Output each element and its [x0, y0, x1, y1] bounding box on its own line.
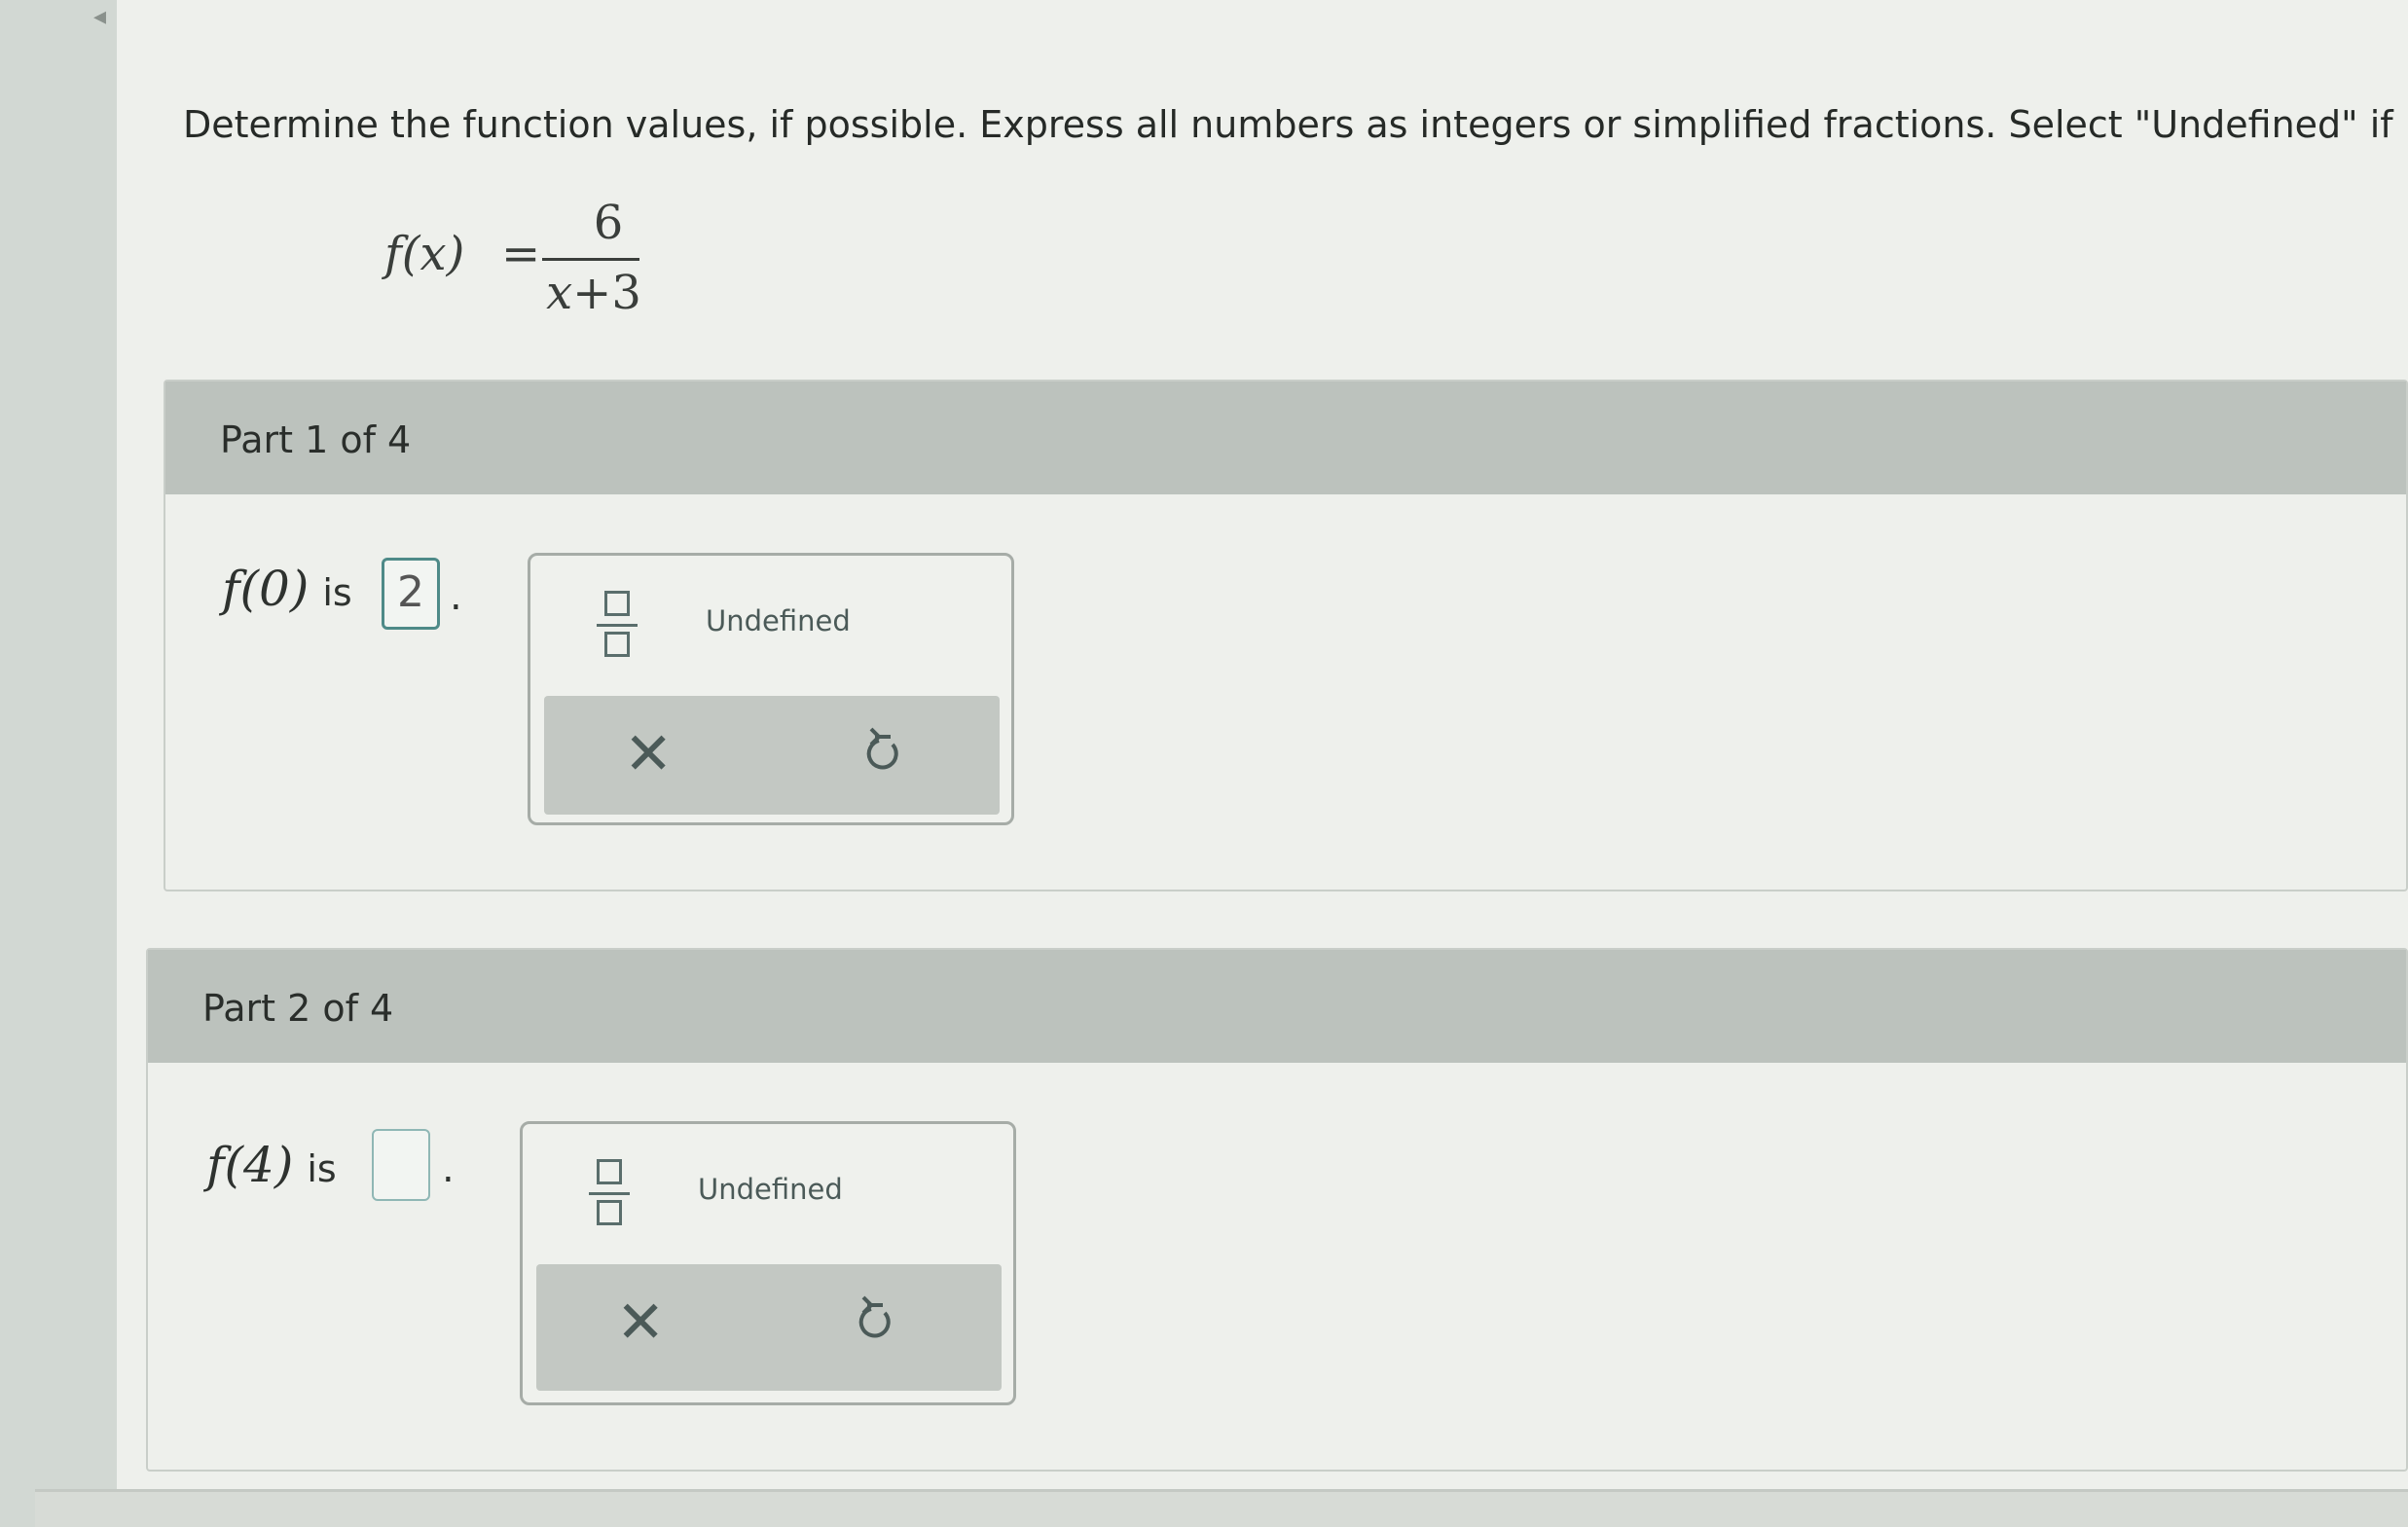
part-1-prompt: f(0) is — [222, 561, 352, 617]
part-2-prompt: f(4) is — [206, 1137, 337, 1193]
part-1-undefined-button[interactable]: Undefined — [706, 604, 851, 637]
part-1-title: Part 1 of 4 — [220, 418, 412, 461]
fraction-template-icon[interactable] — [589, 1155, 632, 1233]
part-2-header: Part 2 of 4 — [148, 950, 2406, 1063]
fraction-template-icon[interactable] — [597, 587, 639, 665]
part-2-period: . — [442, 1146, 455, 1191]
part-2-function-call: f(4) — [206, 1137, 294, 1193]
clear-x-icon[interactable]: ✕ — [624, 717, 673, 791]
part-2-undefined-button[interactable]: Undefined — [698, 1173, 843, 1206]
part-1-answer-input[interactable]: 2 — [382, 558, 440, 630]
undo-icon[interactable] — [854, 1288, 896, 1356]
part-1-toolbox: Undefined ✕ — [528, 553, 1014, 825]
part-2-action-bar: ✕ — [536, 1264, 1002, 1391]
function-lhs: f(x) — [384, 227, 465, 281]
equals-sign: = — [501, 227, 541, 281]
clear-x-icon[interactable]: ✕ — [616, 1286, 665, 1360]
part-1-action-bar: ✕ — [544, 696, 1000, 815]
bottom-divider — [35, 1489, 2408, 1527]
denominator-constant: +3 — [572, 266, 641, 320]
denominator-variable: x — [546, 266, 573, 320]
fraction-bar — [542, 258, 639, 261]
part-2-card: Part 2 of 4 — [146, 948, 2408, 1472]
part-2-answer-input[interactable] — [372, 1129, 430, 1201]
part-1-period: . — [450, 574, 462, 619]
fraction-denominator: x+3 — [540, 266, 647, 320]
undo-icon[interactable] — [861, 719, 904, 787]
part-1-function-call: f(0) — [222, 561, 310, 617]
part-2-toolbox: Undefined ✕ — [520, 1121, 1016, 1405]
part-1-card: Part 1 of 4 — [164, 380, 2408, 891]
part-2-title: Part 2 of 4 — [202, 987, 394, 1030]
fraction-numerator: 6 — [593, 196, 624, 250]
part-1-is-label: is — [322, 571, 352, 614]
part-2-is-label: is — [307, 1147, 337, 1190]
scroll-left-icon[interactable]: ◂ — [93, 2, 106, 31]
question-instructions: Determine the function values, if possib… — [183, 103, 2393, 146]
left-gutter: ◂ — [0, 0, 117, 1527]
part-1-header: Part 1 of 4 — [165, 382, 2406, 494]
